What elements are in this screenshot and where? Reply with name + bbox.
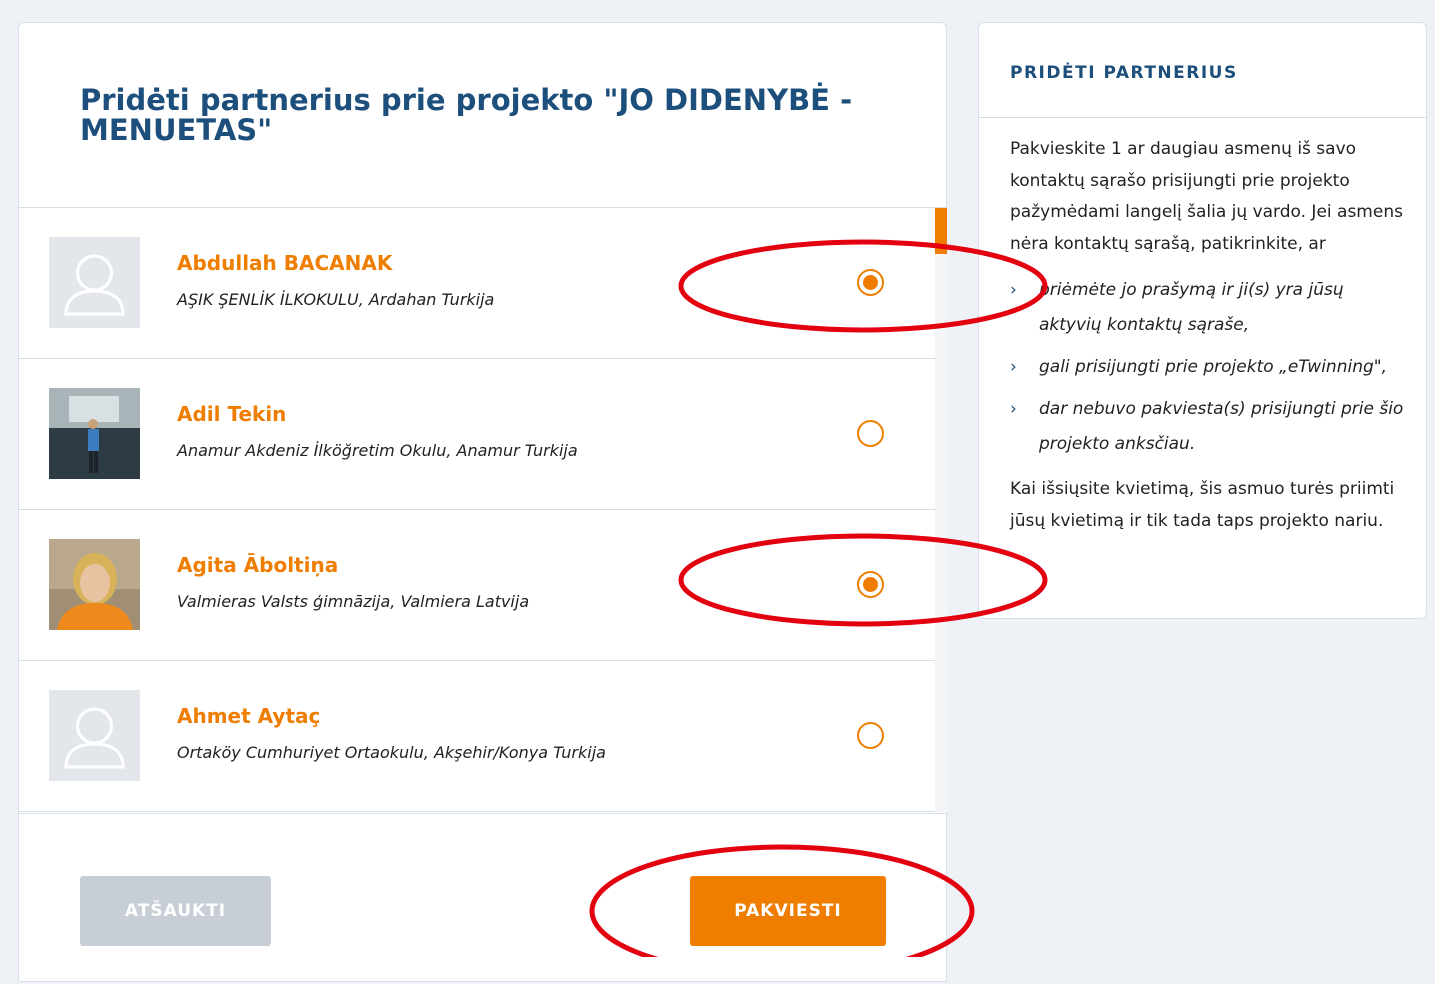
panel-footer: ATŠAUKTI PAKVIESTI — [19, 813, 946, 984]
partner-school: Ortaköy Cumhuriyet Ortaokulu, Akşehir/Ko… — [177, 743, 606, 762]
chevron-right-icon: › — [1010, 399, 1017, 419]
help-list-item-text: gali prisijungti prie projekto „eTwinnin… — [1039, 357, 1387, 377]
partner-school: AŞIK ŞENLİK İLKOKULU, Ardahan Turkija — [177, 290, 495, 309]
help-intro: Pakvieskite 1 ar daugiau asmenų iš savo … — [1010, 139, 1403, 254]
page-title: Pridėti partnerius prie projekto "JO DID… — [80, 83, 853, 147]
partner-name[interactable]: Agita Āboltiņa — [177, 553, 338, 577]
chevron-right-icon: › — [1010, 280, 1017, 300]
avatar — [49, 690, 140, 781]
partner-name[interactable]: Adil Tekin — [177, 402, 286, 426]
partner-school: Anamur Akdeniz İlköğretim Okulu, Anamur … — [177, 441, 578, 460]
partner-row[interactable]: Adil Tekin Anamur Akdeniz İlköğretim Oku… — [19, 359, 935, 510]
invite-button[interactable]: PAKVIESTI — [690, 876, 886, 946]
partner-list: Abdullah BACANAK AŞIK ŞENLİK İLKOKULU, A… — [19, 208, 935, 812]
user-photo — [49, 388, 140, 479]
partner-row[interactable]: Agita Āboltiņa Valmieras Valsts ģimnāzij… — [19, 510, 935, 661]
select-radio[interactable] — [857, 420, 884, 447]
help-list-item: › priėmėte jo prašymą ir ji(s) yra jūsų a… — [1010, 273, 1410, 343]
help-title: PRIDĖTI PARTNERIUS — [1010, 63, 1238, 83]
add-partners-panel: Pridėti partnerius prie projekto "JO DID… — [18, 22, 947, 982]
avatar — [49, 388, 140, 479]
avatar — [49, 539, 140, 630]
user-placeholder-icon — [49, 237, 140, 328]
list-scrollbar[interactable] — [935, 208, 947, 812]
help-list-item: › dar nebuvo pakviesta(s) prisijungti pri… — [1010, 392, 1410, 462]
help-list-item-text: dar nebuvo pakviesta(s) prisijungti prie… — [1039, 399, 1404, 454]
select-radio[interactable] — [857, 571, 884, 598]
panel-header: Pridėti partnerius prie projekto "JO DID… — [19, 23, 946, 208]
cancel-button[interactable]: ATŠAUKTI — [80, 876, 271, 946]
help-body: Pakvieskite 1 ar daugiau asmenų iš savo … — [1010, 134, 1410, 537]
select-radio[interactable] — [857, 269, 884, 296]
select-radio[interactable] — [857, 722, 884, 749]
avatar — [49, 237, 140, 328]
help-outro: Kai išsiųsite kvietimą, šis asmuo turės … — [1010, 479, 1395, 531]
help-list: › priėmėte jo prašymą ir ji(s) yra jūsų a… — [1010, 273, 1410, 462]
help-panel: PRIDĖTI PARTNERIUS Pakvieskite 1 ar daug… — [978, 22, 1427, 619]
partner-school: Valmieras Valsts ģimnāzija, Valmiera Lat… — [177, 592, 530, 611]
user-placeholder-icon — [49, 690, 140, 781]
help-list-item-text: priėmėte jo prašymą ir ji(s) yra jūsų ak… — [1039, 280, 1344, 335]
partner-row[interactable]: Abdullah BACANAK AŞIK ŞENLİK İLKOKULU, A… — [19, 208, 935, 359]
help-list-item: › gali prisijungti prie projekto „eTwinni… — [1010, 350, 1410, 385]
partner-name[interactable]: Abdullah BACANAK — [177, 251, 392, 275]
partner-row[interactable]: Ahmet Aytaç Ortaköy Cumhuriyet Ortaokulu… — [19, 661, 935, 812]
help-header: PRIDĖTI PARTNERIUS — [979, 23, 1426, 118]
user-photo — [49, 539, 140, 630]
scrollbar-thumb[interactable] — [935, 208, 947, 254]
chevron-right-icon: › — [1010, 357, 1017, 377]
partner-name[interactable]: Ahmet Aytaç — [177, 704, 320, 728]
